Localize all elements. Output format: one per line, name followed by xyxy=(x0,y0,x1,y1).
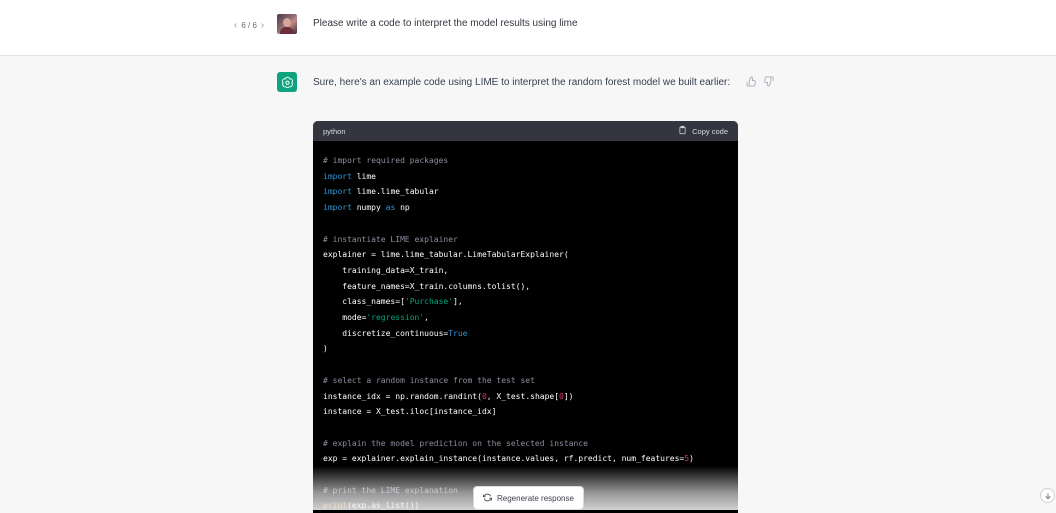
code-token: exp = explainer.explain_instance(instanc… xyxy=(323,454,685,464)
code-token: print xyxy=(323,501,348,511)
code-token: # instantiate LIME explainer xyxy=(323,234,458,244)
code-token: , X_test.shape[ xyxy=(486,391,560,401)
chevron-right-icon[interactable]: › xyxy=(261,20,264,31)
code-token: lime.lime_tabular xyxy=(351,187,439,197)
code-line: training_data=X_train, xyxy=(323,263,728,279)
code-line: # instantiate LIME explainer xyxy=(323,232,728,248)
code-token: import xyxy=(323,203,352,213)
code-line: mode='regression', xyxy=(323,310,728,326)
code-token: import xyxy=(323,171,352,181)
code-token: (exp.as_list()) xyxy=(347,501,420,511)
code-line: instance = X_test.iloc[instance_idx] xyxy=(323,404,728,420)
code-line: import lime.lime_tabular xyxy=(323,184,728,200)
code-token: ) xyxy=(689,454,694,464)
pager-count: 6 / 6 xyxy=(241,21,257,30)
message-pager: ‹ 6 / 6 › xyxy=(234,20,264,31)
code-header: python Copy code xyxy=(313,121,738,141)
code-token: instance = X_test.iloc[instance_idx] xyxy=(323,407,497,417)
chatgpt-logo-icon xyxy=(277,72,297,92)
code-token: np xyxy=(395,203,410,213)
code-token: training_data=X_train, xyxy=(323,265,449,275)
code-token: explainer = lime.lime_tabular.LimeTabula… xyxy=(323,250,569,260)
code-token: lime xyxy=(351,171,376,181)
thumbs-down-icon[interactable] xyxy=(763,74,774,87)
code-token: discretize_continuous= xyxy=(323,328,449,338)
code-line: discretize_continuous=True xyxy=(323,326,728,342)
feedback-buttons xyxy=(746,74,774,87)
code-line: import numpy as np xyxy=(323,200,728,216)
regenerate-response-button[interactable]: Regenerate response xyxy=(473,486,584,510)
code-language: python xyxy=(323,126,346,136)
code-line: exp = explainer.explain_instance(instanc… xyxy=(323,451,728,467)
code-token: # select a random instance from the test… xyxy=(323,375,535,385)
code-line: class_names=['Purchase'], xyxy=(323,294,728,310)
code-token: feature_names=X_train.columns.tolist(), xyxy=(323,281,531,291)
clipboard-icon xyxy=(678,125,687,137)
code-line: explainer = lime.lime_tabular.LimeTabula… xyxy=(323,247,728,263)
code-token: numpy xyxy=(351,203,386,213)
copy-code-label: Copy code xyxy=(692,126,728,136)
user-avatar xyxy=(277,14,297,34)
code-token: 'Purchase' xyxy=(404,297,454,307)
code-token: ]) xyxy=(563,391,574,401)
code-line: ) xyxy=(323,341,728,357)
scroll-down-button[interactable] xyxy=(1040,488,1055,503)
code-body: # import required packages import lime imp… xyxy=(313,141,738,513)
user-message-row: ‹ 6 / 6 › Please write a code to interpr… xyxy=(0,0,1056,56)
code-line: feature_names=X_train.columns.tolist(), xyxy=(323,279,728,295)
code-token: 'regression' xyxy=(366,313,425,323)
code-token: class_names=[ xyxy=(323,297,405,307)
code-token: mode= xyxy=(323,313,367,323)
arrow-down-icon xyxy=(1044,487,1052,505)
code-token: # explain the model prediction on the se… xyxy=(323,438,588,448)
refresh-icon xyxy=(482,493,493,504)
code-token: True xyxy=(448,328,468,338)
code-token: import xyxy=(323,187,352,197)
code-token: instance_idx = np.random.randint( xyxy=(323,391,482,401)
code-line: # import required packages xyxy=(323,153,728,169)
copy-code-button[interactable]: Copy code xyxy=(678,125,728,137)
code-line: # select a random instance from the test… xyxy=(323,373,728,389)
code-token: as xyxy=(385,203,396,213)
thumbs-up-icon[interactable] xyxy=(746,74,757,87)
regenerate-response-label: Regenerate response xyxy=(497,493,574,503)
user-message-text: Please write a code to interpret the mod… xyxy=(313,18,578,29)
code-token: # print the LIME explanation xyxy=(323,485,458,495)
code-token: , xyxy=(424,313,429,323)
code-token: ) xyxy=(323,344,328,354)
chevron-left-icon[interactable]: ‹ xyxy=(234,20,237,31)
code-token: ], xyxy=(453,297,463,307)
assistant-message-text: Sure, here's an example code using LIME … xyxy=(313,77,731,88)
code-line: # explain the model prediction on the se… xyxy=(323,436,728,452)
code-block: python Copy code # import required packa… xyxy=(313,121,738,513)
code-token: # import required packages xyxy=(323,156,449,165)
code-line: instance_idx = np.random.randint(0, X_te… xyxy=(323,389,728,405)
code-line: import lime xyxy=(323,169,728,185)
